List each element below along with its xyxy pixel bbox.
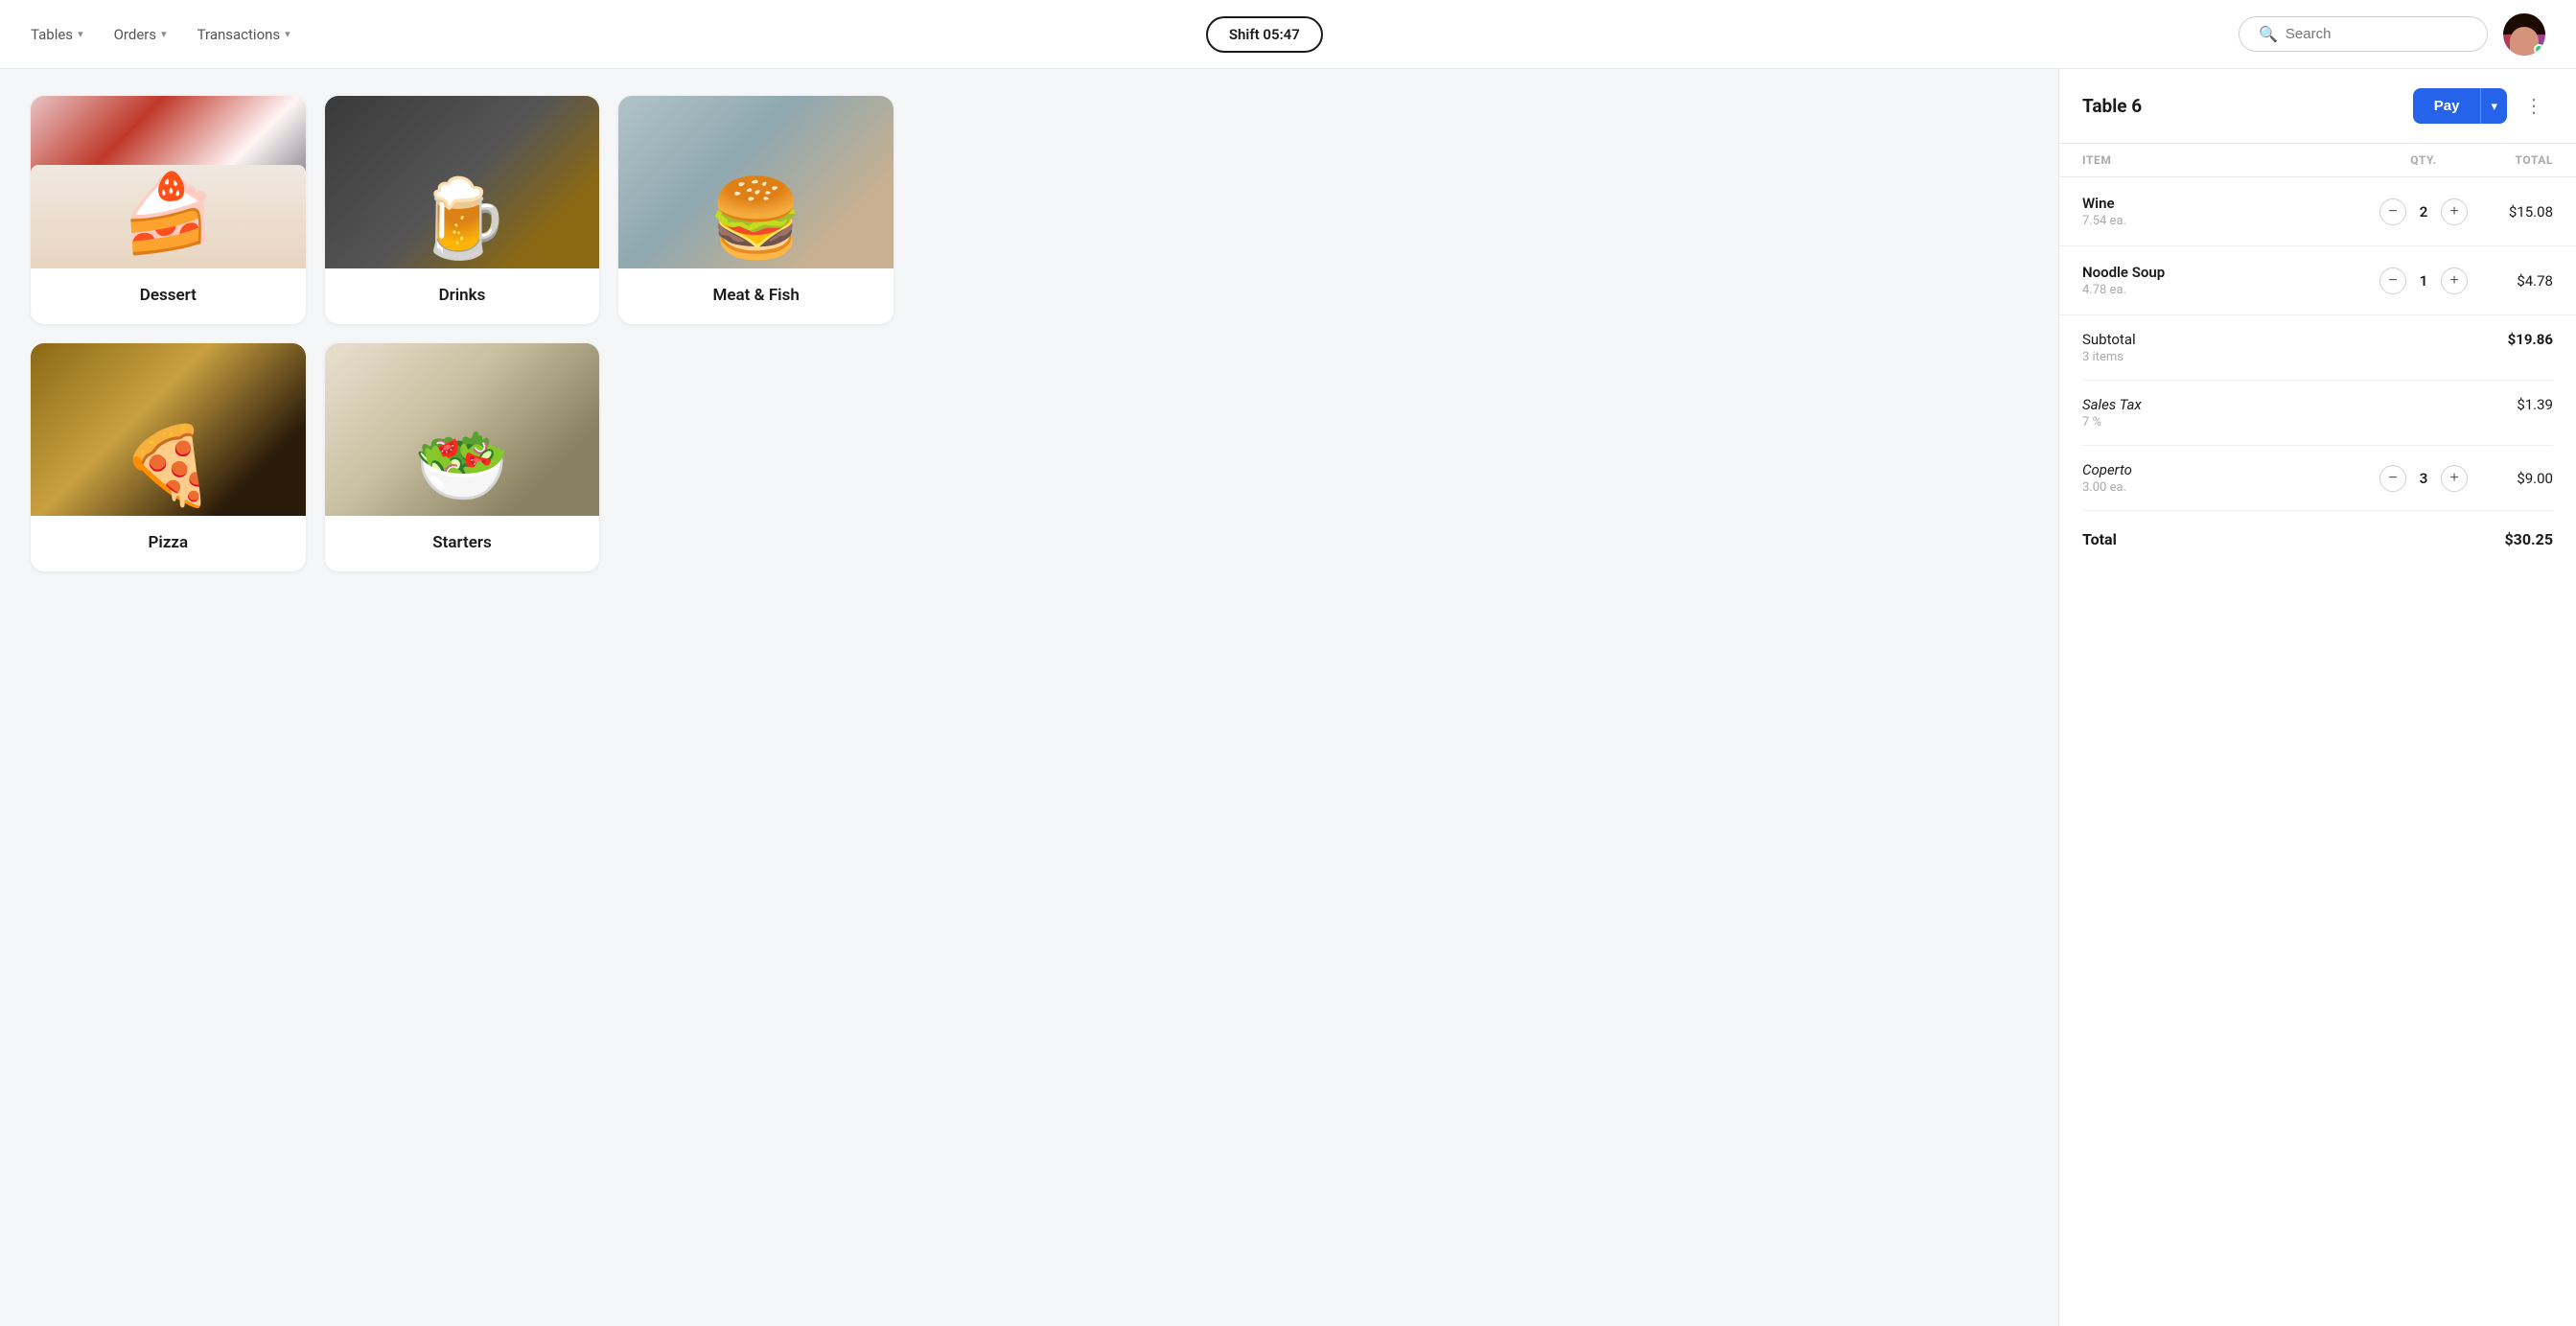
subtotal-sublabel: 3 items <box>2082 350 2136 364</box>
category-starters[interactable]: Starters <box>325 343 600 571</box>
sales-tax-label: Sales Tax <box>2082 396 2142 413</box>
coperto-price: 3.00 ea. <box>2082 480 2371 495</box>
wine-decrease-button[interactable]: − <box>2379 198 2406 225</box>
total-row: Total $30.25 <box>2082 511 2553 568</box>
coperto-row: Coperto 3.00 ea. − 3 + $9.00 <box>2082 446 2553 511</box>
pizza-label: Pizza <box>31 516 306 571</box>
pizza-image <box>31 343 306 516</box>
coperto-label-group: Coperto 3.00 ea. <box>2082 461 2371 495</box>
noodle-soup-name: Noodle Soup <box>2082 264 2371 281</box>
col-qty-header: QTY. <box>2371 153 2476 167</box>
header: Tables ▾ Orders ▾ Transactions ▾ Shift 0… <box>0 0 2576 69</box>
category-meat-fish[interactable]: Meat & Fish <box>618 96 893 324</box>
drinks-image <box>325 96 600 268</box>
wine-qty-control: − 2 + <box>2371 198 2476 225</box>
subtotal-label-group: Subtotal 3 items <box>2082 331 2136 364</box>
meat-fish-label: Meat & Fish <box>618 268 893 324</box>
sales-tax-label-group: Sales Tax 7 % <box>2082 396 2142 430</box>
sales-tax-row: Sales Tax 7 % $1.39 <box>2082 381 2553 446</box>
subtotal-value: $19.86 <box>2508 331 2553 348</box>
pay-button[interactable]: Pay <box>2413 88 2481 124</box>
search-input[interactable] <box>2286 26 2468 42</box>
noodle-soup-increase-button[interactable]: + <box>2441 268 2468 294</box>
nav-transactions[interactable]: Transactions ▾ <box>197 26 290 43</box>
subtotal-row: Subtotal 3 items $19.86 <box>2082 315 2553 381</box>
order-columns-header: ITEM QTY. TOTAL <box>2059 144 2576 177</box>
order-header-actions: Pay ▾ ⋮ <box>2413 88 2553 124</box>
coperto-increase-button[interactable]: + <box>2441 465 2468 492</box>
search-icon: 🔍 <box>2259 25 2278 43</box>
shift-badge[interactable]: Shift 05:47 <box>1206 16 1323 53</box>
order-panel: Table 6 Pay ▾ ⋮ ITEM QTY. TOTAL Wine 7.5… <box>2058 69 2576 1326</box>
order-header: Table 6 Pay ▾ ⋮ <box>2059 69 2576 144</box>
dessert-image <box>31 96 306 268</box>
wine-total: $15.08 <box>2476 203 2553 221</box>
nav-orders-label: Orders <box>114 26 157 43</box>
noodle-soup-total: $4.78 <box>2476 272 2553 290</box>
category-pizza[interactable]: Pizza <box>31 343 306 571</box>
coperto-total: $9.00 <box>2476 470 2553 487</box>
noodle-soup-decrease-button[interactable]: − <box>2379 268 2406 294</box>
subtotal-label: Subtotal <box>2082 331 2136 348</box>
sales-tax-sublabel: 7 % <box>2082 415 2142 430</box>
starters-label: Starters <box>325 516 600 571</box>
header-right: 🔍 <box>2239 13 2545 56</box>
order-item-noodle-soup: Noodle Soup 4.78 ea. − 1 + $4.78 <box>2059 246 2576 315</box>
avatar[interactable] <box>2503 13 2545 56</box>
total-label: Total <box>2082 530 2117 548</box>
nav-transactions-label: Transactions <box>197 26 281 43</box>
coperto-qty: 3 <box>2416 470 2431 487</box>
starters-image <box>325 343 600 516</box>
noodle-soup-qty: 1 <box>2416 272 2431 290</box>
meat-fish-image <box>618 96 893 268</box>
coperto-decrease-button[interactable]: − <box>2379 465 2406 492</box>
wine-name: Wine <box>2082 195 2371 212</box>
menu-grid: Dessert Drinks Meat & Fish Pizza Starter… <box>31 96 893 571</box>
menu-section: Dessert Drinks Meat & Fish Pizza Starter… <box>0 69 2058 1326</box>
category-dessert[interactable]: Dessert <box>31 96 306 324</box>
pay-btn-group: Pay ▾ <box>2413 88 2507 124</box>
nav-transactions-chevron: ▾ <box>285 28 290 40</box>
search-bar: 🔍 <box>2239 16 2488 52</box>
total-value: $30.25 <box>2504 530 2553 548</box>
nav-tables-label: Tables <box>31 26 73 43</box>
noodle-soup-price: 4.78 ea. <box>2082 283 2371 297</box>
nav-tables[interactable]: Tables ▾ <box>31 26 83 43</box>
noodle-soup-qty-control: − 1 + <box>2371 268 2476 294</box>
more-options-button[interactable]: ⋮ <box>2517 90 2553 122</box>
table-title: Table 6 <box>2082 95 2142 117</box>
nav-orders-chevron: ▾ <box>161 28 167 40</box>
category-drinks[interactable]: Drinks <box>325 96 600 324</box>
wine-increase-button[interactable]: + <box>2441 198 2468 225</box>
main-content: Dessert Drinks Meat & Fish Pizza Starter… <box>0 69 2576 1326</box>
online-dot <box>2534 44 2544 55</box>
pay-dropdown-button[interactable]: ▾ <box>2480 88 2507 124</box>
sales-tax-value: $1.39 <box>2517 396 2553 413</box>
wine-qty: 2 <box>2416 203 2431 221</box>
coperto-label: Coperto <box>2082 461 2371 478</box>
wine-info: Wine 7.54 ea. <box>2082 195 2371 228</box>
order-item-wine: Wine 7.54 ea. − 2 + $15.08 <box>2059 177 2576 246</box>
nav-tables-chevron: ▾ <box>78 28 83 40</box>
col-item-header: ITEM <box>2082 153 2371 167</box>
dessert-label: Dessert <box>31 268 306 324</box>
nav-left: Tables ▾ Orders ▾ Transactions ▾ <box>31 26 290 43</box>
noodle-soup-info: Noodle Soup 4.78 ea. <box>2082 264 2371 297</box>
summary-section: Subtotal 3 items $19.86 Sales Tax 7 % $1… <box>2059 315 2576 568</box>
drinks-label: Drinks <box>325 268 600 324</box>
nav-orders[interactable]: Orders ▾ <box>114 26 167 43</box>
col-total-header: TOTAL <box>2476 153 2553 167</box>
coperto-qty-control: − 3 + <box>2371 465 2476 492</box>
wine-price: 7.54 ea. <box>2082 214 2371 228</box>
